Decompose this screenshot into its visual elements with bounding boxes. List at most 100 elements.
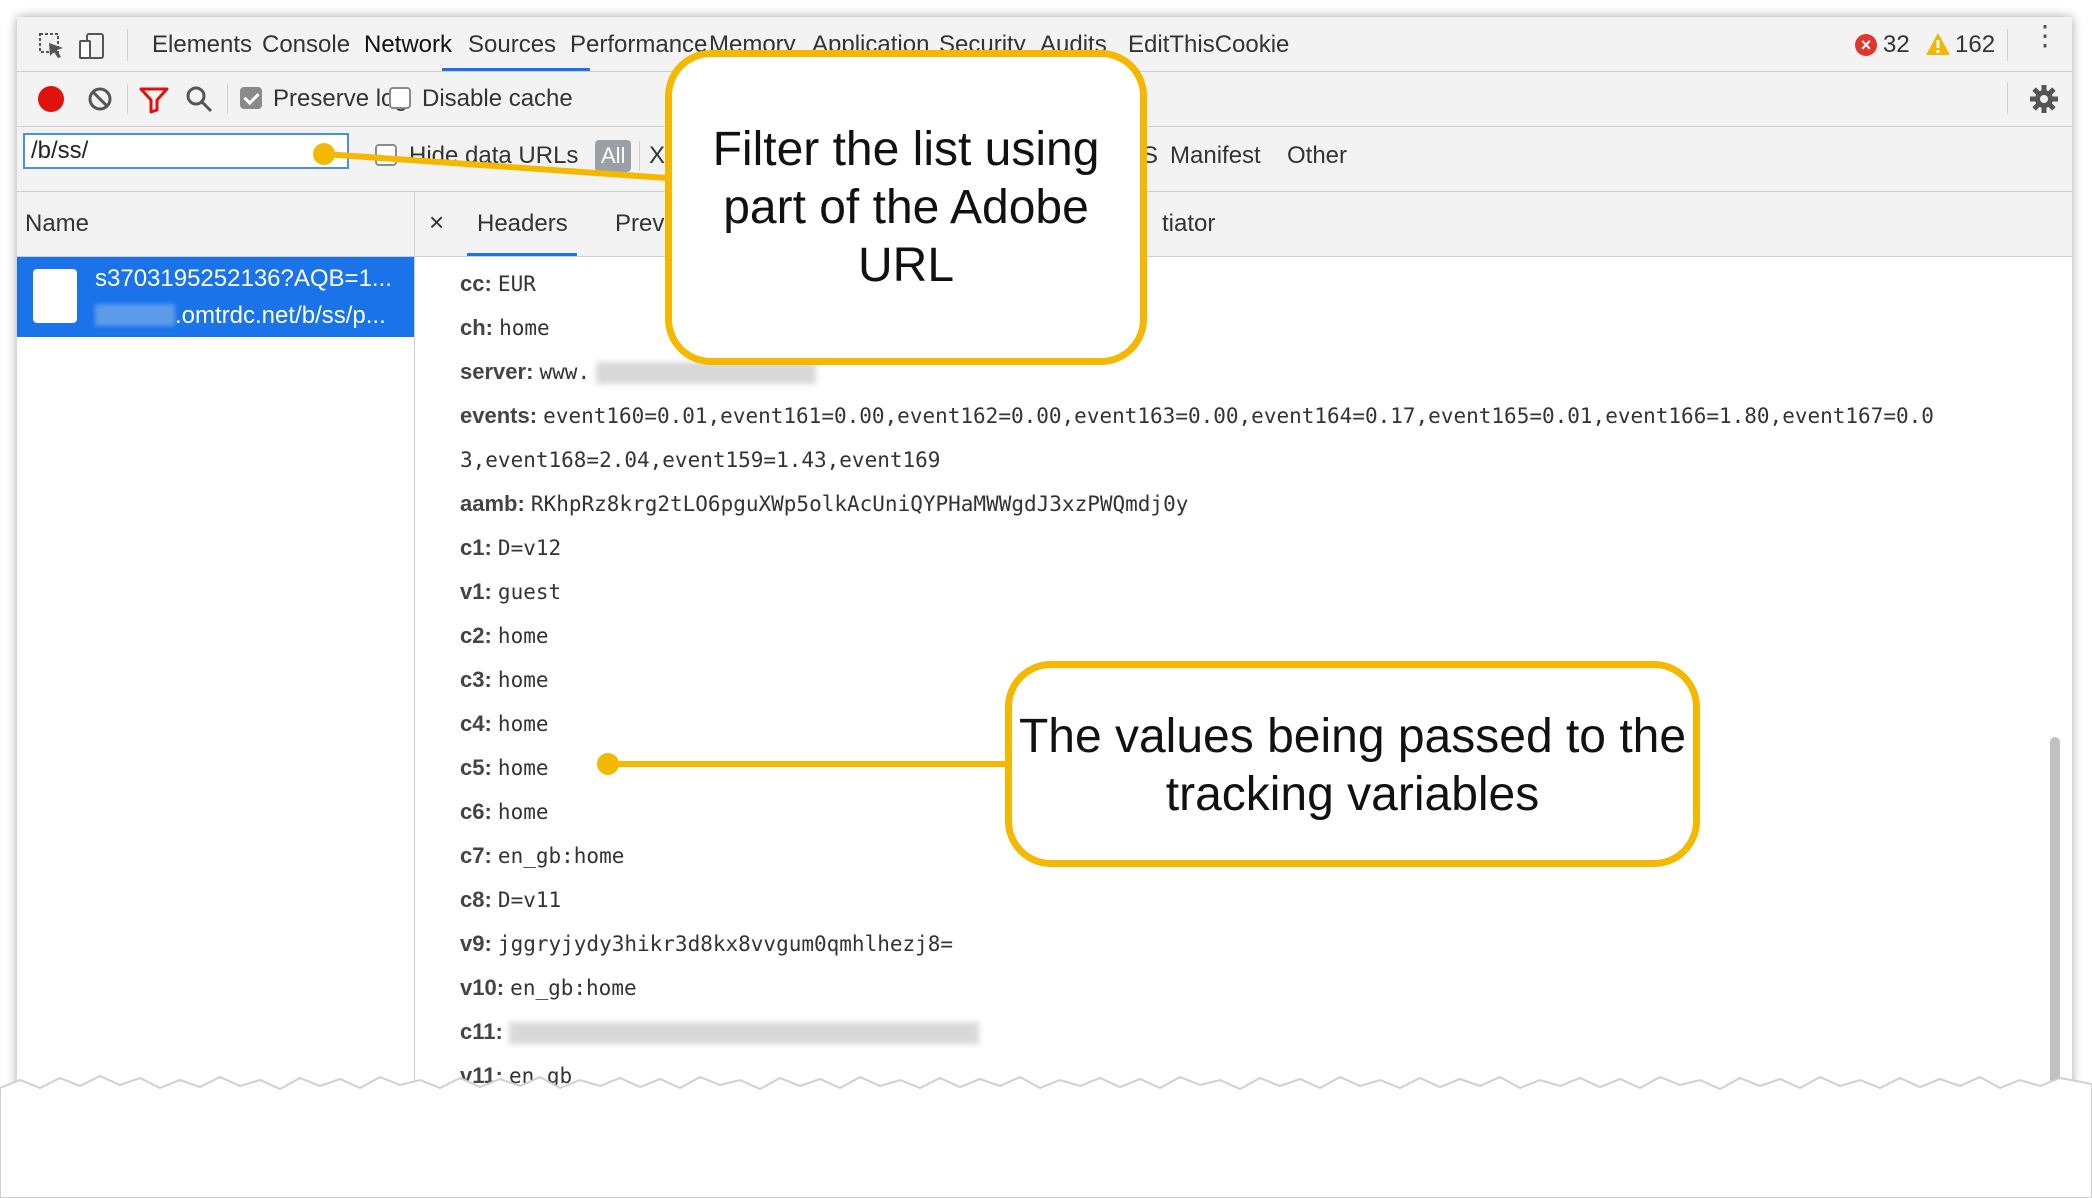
filter-type-other[interactable]: Other	[1287, 142, 1347, 170]
param-key: events:	[460, 403, 538, 428]
param-row: 3,event168=2.04,event159=1.43,event169	[460, 438, 940, 482]
request-name: s3703195252136?AQB=1...	[95, 265, 392, 292]
request-domain: .omtrdc.net/b/ss/p...	[175, 302, 386, 329]
param-key: c11:	[460, 1019, 503, 1044]
param-row: events: event160=0.01,event161=0.00,even…	[460, 394, 1934, 438]
name-column-header[interactable]: Name	[17, 192, 414, 257]
param-key: v9:	[460, 931, 492, 956]
param-value: home	[497, 712, 549, 736]
record-icon[interactable]	[38, 86, 64, 112]
error-icon[interactable]: ×	[1855, 34, 1877, 56]
values-callout: The values being passed to the tracking …	[1005, 661, 1700, 867]
param-row: c5: home	[460, 746, 549, 790]
param-key: v10:	[460, 975, 505, 1000]
name-column-label: Name	[25, 210, 90, 237]
request-detail: × Headers Prev tiator cc: EUR ch: home s…	[415, 192, 2072, 1097]
separator	[227, 84, 228, 114]
param-key: c6:	[460, 799, 492, 824]
param-row: c7: en_gb:home	[460, 834, 624, 878]
param-value: RKhpRz8krg2tLO6pguXWp5olkAcUniQYPHaMWWgd…	[530, 492, 1189, 516]
warning-icon[interactable]	[1925, 31, 1951, 57]
param-row: cc: EUR	[460, 262, 536, 306]
filter-all-button[interactable]: All	[595, 140, 632, 172]
filter-callout-text: Filter the list using part of the Adobe …	[712, 123, 1100, 292]
close-icon[interactable]: ×	[429, 207, 444, 238]
param-row: c6: home	[460, 790, 549, 834]
param-value: home	[499, 316, 550, 340]
separator	[2007, 29, 2008, 61]
tab-sources[interactable]: Sources	[468, 31, 556, 59]
redacted-subdomain	[95, 304, 175, 326]
param-key: server:	[460, 359, 534, 384]
redacted-value	[508, 1022, 979, 1045]
separator	[127, 84, 128, 114]
param-row: c11:	[460, 1010, 979, 1054]
tab-headers[interactable]: Headers	[477, 210, 568, 238]
disable-cache-checkbox[interactable]	[389, 87, 411, 109]
param-value: en_gb:home	[510, 976, 637, 1000]
param-row: c2: home	[460, 614, 549, 658]
active-tab-indicator	[467, 253, 577, 256]
values-callout-text: The values being passed to the tracking …	[1018, 710, 1687, 821]
param-row: aamb: RKhpRz8krg2tLO6pguXWp5olkAcUniQYPH…	[460, 482, 1188, 526]
kebab-icon[interactable]: ⋮	[2031, 22, 2059, 61]
param-value: D=v11	[497, 888, 562, 912]
param-key: cc:	[460, 271, 492, 296]
separator	[639, 141, 640, 171]
device-toggle-icon[interactable]	[77, 31, 107, 61]
param-value: D=v12	[497, 536, 562, 560]
tab-network[interactable]: Network	[364, 31, 452, 59]
param-value: en_gb:home	[497, 844, 625, 868]
param-key: aamb:	[460, 491, 525, 516]
warning-count[interactable]: 162	[1955, 31, 1995, 59]
param-row: ch: home	[460, 306, 550, 350]
param-key: c7:	[460, 843, 492, 868]
param-value: guest	[497, 580, 562, 604]
preserve-log-label: Preserve log	[273, 85, 408, 112]
param-row: v9: jggryjydy3hikr3d8kx8vvgum0qmhlhezj8=	[460, 922, 953, 966]
tab-elements[interactable]: Elements	[152, 31, 252, 59]
param-row: c4: home	[460, 702, 549, 746]
error-count[interactable]: 32	[1883, 31, 1910, 59]
preserve-log-checkbox[interactable]	[240, 87, 262, 109]
tab-preview[interactable]: Prev	[615, 210, 664, 238]
tab-editthiscookie[interactable]: EditThisCookie	[1128, 31, 1289, 59]
param-key: c4:	[460, 711, 492, 736]
tab-console[interactable]: Console	[262, 31, 350, 59]
separator	[2007, 82, 2008, 114]
clear-icon[interactable]	[87, 86, 113, 112]
param-row: c1: D=v12	[460, 526, 561, 570]
param-value: event160=0.01,event161=0.00,event162=0.0…	[543, 404, 1934, 428]
param-row: c3: home	[460, 658, 549, 702]
scrollbar[interactable]	[2050, 737, 2060, 1092]
param-row: v10: en_gb:home	[460, 966, 637, 1010]
filter-type-fragment[interactable]: X	[649, 142, 665, 170]
file-icon	[33, 269, 77, 323]
param-value: jggryjydy3hikr3d8kx8vvgum0qmhlhezj8=	[497, 932, 954, 956]
tab-performance[interactable]: Performance	[570, 31, 707, 59]
param-key: c1:	[460, 535, 492, 560]
tab-initiator[interactable]: tiator	[1162, 210, 1215, 238]
filter-type-manifest[interactable]: Manifest	[1170, 142, 1261, 170]
search-icon[interactable]	[185, 85, 213, 113]
param-key: v1:	[460, 579, 492, 604]
callout-pointer	[608, 761, 1013, 767]
torn-edge	[0, 1074, 2092, 1198]
param-key: ch:	[460, 315, 493, 340]
param-key: c5:	[460, 755, 492, 780]
param-value: 3,event168=2.04,event159=1.43,event169	[460, 448, 941, 472]
disable-cache-label: Disable cache	[422, 85, 573, 112]
param-key: c2:	[460, 623, 492, 648]
param-value: home	[497, 800, 549, 824]
active-tab-indicator	[442, 68, 590, 71]
filter-input[interactable]	[23, 133, 349, 169]
param-value: home	[497, 756, 549, 780]
filter-icon[interactable]	[139, 86, 169, 114]
detail-tabbar: × Headers Prev tiator	[415, 192, 2072, 257]
gear-icon[interactable]	[2029, 84, 2059, 114]
request-row[interactable]: s3703195252136?AQB=1... .omtrdc.net/b/ss…	[17, 257, 414, 337]
redacted-value	[596, 362, 817, 385]
inspect-icon[interactable]	[37, 31, 67, 61]
param-value: www.	[539, 360, 591, 384]
param-value: home	[497, 624, 549, 648]
